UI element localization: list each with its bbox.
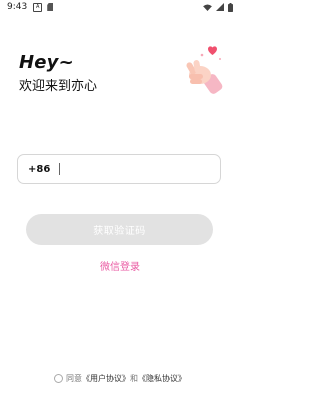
get-code-button[interactable]: 获取验证码: [26, 214, 213, 245]
sd-card-icon: [47, 3, 54, 11]
status-bar: 9:43 A: [0, 0, 240, 14]
agreement-and: 和: [130, 374, 138, 383]
status-icons: [203, 2, 233, 12]
status-time: 9:43: [7, 2, 28, 12]
agree-radio[interactable]: [54, 374, 63, 383]
agreement: 同意 《用户协议》 和 《隐私协议》: [0, 373, 240, 384]
signal-icon: [216, 3, 224, 11]
hand-heart-illustration: [186, 46, 223, 94]
login-screen: 9:43 A Hey~ 欢迎来到亦心 +86 获取验证码 微信登录 同意 《用户…: [0, 0, 240, 400]
battery-icon: [228, 2, 233, 12]
text-cursor: [59, 163, 61, 175]
country-code[interactable]: +86: [28, 164, 50, 175]
greeting: Hey~ 欢迎来到亦心: [19, 52, 97, 96]
agreement-prefix: 同意: [66, 374, 82, 383]
app-notification-icon: A: [33, 2, 43, 12]
welcome-text: 欢迎来到亦心: [19, 79, 98, 94]
wechat-login-link[interactable]: 微信登录: [0, 258, 240, 273]
wifi-icon: [203, 3, 212, 11]
user-agreement-link[interactable]: 《用户协议》: [82, 373, 130, 384]
greeting-title: Hey~: [19, 52, 74, 73]
phone-input[interactable]: +86: [17, 154, 221, 184]
privacy-agreement-link[interactable]: 《隐私协议》: [138, 373, 186, 384]
